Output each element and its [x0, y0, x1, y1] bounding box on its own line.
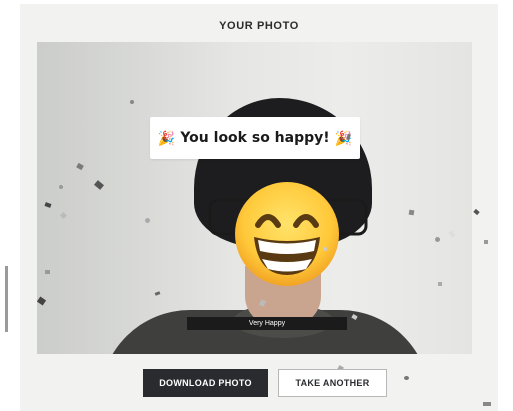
page-title: YOUR PHOTO [219, 20, 299, 32]
party-popper-icon: 🎉 [157, 130, 176, 146]
confetti-piece [448, 230, 456, 238]
confetti-piece [408, 209, 415, 216]
emotion-caption: Very Happy [187, 317, 347, 330]
banner-text: You look so happy! [180, 130, 330, 146]
confetti-piece [5, 266, 8, 332]
confetti-piece [435, 237, 440, 242]
take-another-button[interactable]: TAKE ANOTHER [278, 369, 387, 397]
grinning-emoji-icon [235, 182, 339, 286]
happy-banner: 🎉 You look so happy! 🎉 [150, 117, 360, 159]
webcam-photo: 🎉 You look so happy! 🎉 Very Happy [37, 42, 472, 354]
confetti-piece [438, 282, 442, 286]
download-photo-button[interactable]: DOWNLOAD PHOTO [143, 369, 268, 397]
party-popper-icon: 🎉 [334, 130, 353, 146]
